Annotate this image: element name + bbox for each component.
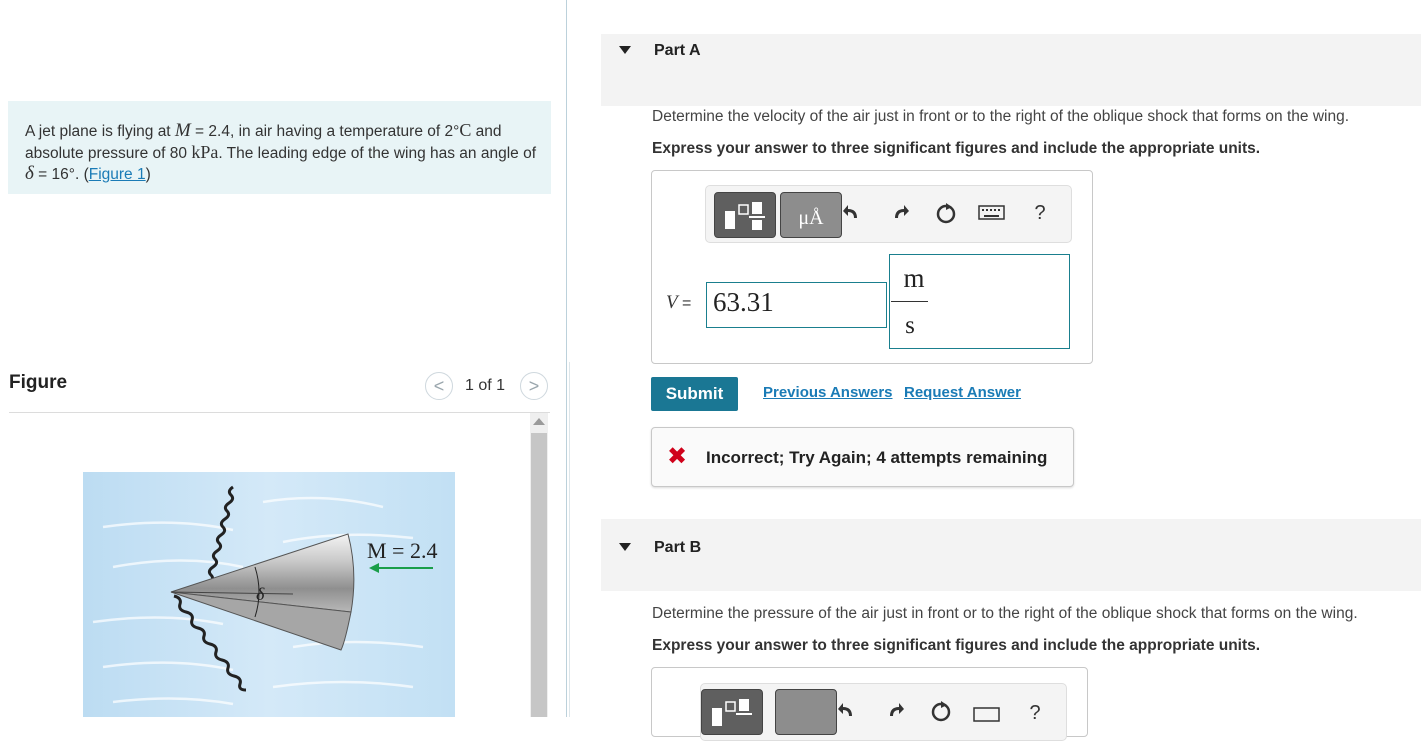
- caret-down-icon[interactable]: [619, 543, 631, 551]
- part-b-header[interactable]: [601, 519, 1421, 591]
- reset-icon[interactable]: [927, 700, 955, 728]
- problem-statement: A jet plane is flying at M = 2.4, in air…: [25, 120, 537, 184]
- previous-figure-button[interactable]: <: [425, 372, 453, 400]
- feedback-message: Incorrect; Try Again; 4 attempts remaini…: [706, 448, 1048, 467]
- help-icon[interactable]: ?: [1026, 202, 1054, 225]
- answer-variable-label: V =: [666, 292, 692, 313]
- part-b-title[interactable]: Part B: [654, 539, 701, 557]
- undo-icon[interactable]: [838, 202, 866, 228]
- reset-icon[interactable]: [932, 202, 960, 230]
- answer-value-input[interactable]: 63.31: [706, 282, 887, 328]
- previous-answers-link[interactable]: Previous Answers: [763, 384, 893, 401]
- part-a-instruction: Express your answer to three significant…: [652, 140, 1261, 157]
- figure-scrollbar-thumb[interactable]: [531, 433, 547, 717]
- next-figure-button[interactable]: >: [520, 372, 548, 400]
- part-b-math-toolbar: ?: [700, 683, 1067, 741]
- figure-link[interactable]: Figure 1: [89, 166, 146, 183]
- pane-divider-secondary: [569, 362, 570, 717]
- help-icon[interactable]: ?: [1021, 702, 1049, 725]
- units-button[interactable]: [775, 689, 837, 735]
- unit-numerator[interactable]: m: [899, 263, 929, 294]
- caret-down-icon[interactable]: [619, 46, 631, 54]
- delta-variable: δ: [25, 163, 34, 184]
- part-b-instruction: Express your answer to three significant…: [652, 637, 1261, 654]
- templates-button[interactable]: [714, 192, 776, 238]
- part-a-header[interactable]: [601, 34, 1421, 106]
- chevron-left-icon: <: [433, 376, 445, 396]
- scroll-up-icon[interactable]: [533, 418, 545, 425]
- part-a-math-toolbar: μÅ ?: [705, 185, 1072, 243]
- units-icon: μÅ: [798, 207, 824, 229]
- part-b-question: Determine the pressure of the air just i…: [652, 605, 1358, 622]
- unit-fraction-bar: [891, 301, 928, 302]
- keyboard-icon[interactable]: [978, 204, 1006, 228]
- templates-icon: [712, 699, 752, 726]
- undo-icon[interactable]: [833, 700, 861, 726]
- incorrect-icon: ✖: [667, 443, 688, 470]
- unit-denominator[interactable]: s: [895, 312, 925, 340]
- wing-shock-figure: δ: [83, 472, 455, 717]
- figure-divider: [9, 412, 550, 413]
- templates-icon: [725, 202, 765, 230]
- chevron-right-icon: >: [528, 376, 540, 396]
- pane-divider[interactable]: [566, 0, 567, 717]
- request-answer-link[interactable]: Request Answer: [904, 384, 1021, 401]
- templates-button[interactable]: [701, 689, 763, 735]
- mach-variable: M: [174, 120, 191, 141]
- part-a-title[interactable]: Part A: [654, 42, 701, 60]
- delta-angle-label: δ: [256, 584, 265, 604]
- redo-icon[interactable]: [886, 202, 914, 228]
- submit-button[interactable]: Submit: [651, 377, 738, 411]
- mach-number-label: M = 2.4: [367, 538, 438, 563]
- keyboard-icon[interactable]: [973, 706, 1001, 730]
- figure-counter: 1 of 1: [465, 377, 506, 394]
- units-button[interactable]: μÅ: [780, 192, 842, 238]
- part-a-question: Determine the velocity of the air just i…: [652, 108, 1350, 125]
- redo-icon[interactable]: [881, 700, 909, 726]
- figure-title: Figure: [9, 372, 68, 393]
